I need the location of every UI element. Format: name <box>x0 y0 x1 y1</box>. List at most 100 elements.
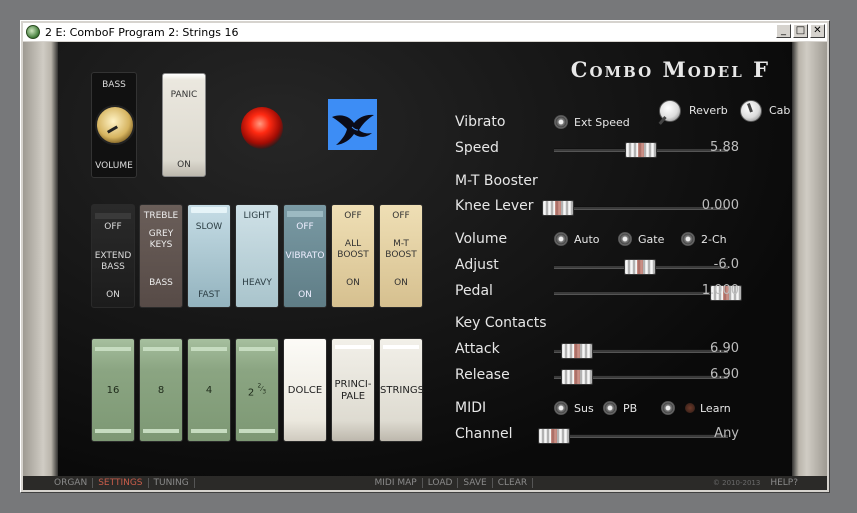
speed-value: 5.88 <box>710 140 739 155</box>
save-button[interactable]: SAVE <box>458 478 493 488</box>
volume-label: VOLUME <box>95 161 133 171</box>
swallow-logo-icon <box>328 99 377 150</box>
tab-label: 16 <box>106 385 120 396</box>
pedal-label: Pedal <box>455 283 493 299</box>
reverb-knob[interactable] <box>659 100 681 122</box>
tab-2-2-3[interactable]: 2 2⁄3 <box>235 338 279 442</box>
learn-label: Learn <box>700 401 731 415</box>
gate-radio[interactable]: Gate <box>618 232 664 246</box>
tab-tuning[interactable]: TUNING <box>149 478 195 488</box>
switch-bottom-label: ON <box>346 278 360 288</box>
vibrato-switch[interactable]: OFF VIBRATO ON <box>283 204 327 308</box>
pb-radio[interactable]: PB <box>603 401 637 415</box>
auto-radio[interactable]: Auto <box>554 232 600 246</box>
all-boost-switch[interactable]: OFF ALL BOOST ON <box>331 204 375 308</box>
vibrato-speed-switch[interactable]: SLOW FAST <box>187 204 231 308</box>
slider-thumb[interactable] <box>561 369 593 385</box>
window-title: 2 E: ComboF Program 2: Strings 16 <box>45 25 239 39</box>
fraction-den: 3 <box>262 389 267 396</box>
switch-bottom-label: ON <box>394 278 408 288</box>
switch-bottom-label: ON <box>298 290 312 300</box>
two-ch-radio[interactable]: 2-Ch <box>681 232 727 246</box>
cab-knob[interactable] <box>740 100 762 122</box>
switch-top-label: OFF <box>296 222 314 232</box>
switch-top-label: SLOW <box>195 222 223 232</box>
tab-16[interactable]: 16 <box>91 338 135 442</box>
switch-mid-label: VIBRATO <box>285 251 325 261</box>
switch-top-label: OFF <box>392 211 410 221</box>
extend-bass-switch[interactable]: OFF EXTEND BASS ON <box>91 204 135 308</box>
learn-led-icon <box>685 403 695 413</box>
volume-knob[interactable] <box>95 105 135 145</box>
close-button[interactable]: ✕ <box>810 24 825 38</box>
channel-label: Channel <box>455 426 513 442</box>
adjust-value: -6.0 <box>713 257 739 272</box>
knee-lever-value: 0.000 <box>701 198 739 213</box>
bass-label: BASS <box>102 80 126 90</box>
tab-label: 4 <box>205 385 213 396</box>
learn-toggle[interactable]: Learn <box>661 401 731 415</box>
sus-label: Sus <box>574 401 594 415</box>
ext-speed-radio[interactable]: Ext Speed <box>554 115 630 129</box>
ext-speed-label: Ext Speed <box>574 115 630 129</box>
tab-label: 2 2⁄3 <box>236 384 278 403</box>
two-ch-label: 2-Ch <box>701 232 727 246</box>
bottom-nav: ORGAN SETTINGS TUNING MIDI MAP LOAD SAVE… <box>23 476 827 490</box>
switch-mid-label: M-T BOOST <box>385 239 417 260</box>
switch-mid-label: EXTEND BASS <box>94 251 132 272</box>
tab-principale[interactable]: PRINCI- PALE <box>331 338 375 442</box>
vibrato-depth-switch[interactable]: LIGHT HEAVY <box>235 204 279 308</box>
radio-icon <box>554 232 568 246</box>
title-bar[interactable]: 2 E: ComboF Program 2: Strings 16 _ □ ✕ <box>23 23 827 41</box>
sus-radio[interactable]: Sus <box>554 401 594 415</box>
switch-top-label: LIGHT <box>243 211 271 221</box>
radio-icon <box>554 401 568 415</box>
midi-label: MIDI <box>455 400 487 416</box>
speed-label: Speed <box>455 140 499 156</box>
copyright-text: © 2010-2013 <box>712 479 761 487</box>
vibrato-label: Vibrato <box>455 114 506 130</box>
slider-thumb[interactable] <box>625 142 657 158</box>
midi-map-button[interactable]: MIDI MAP <box>369 478 423 488</box>
tab-4[interactable]: 4 <box>187 338 231 442</box>
mt-booster-label: M-T Booster <box>455 173 538 189</box>
attack-label: Attack <box>455 341 500 357</box>
help-button[interactable]: HELP? <box>765 478 803 488</box>
tab-fraction: 2⁄3 <box>257 384 267 396</box>
radio-icon <box>661 401 675 415</box>
attack-value: 6.90 <box>710 341 739 356</box>
panic-label: PANIC <box>170 90 198 100</box>
tab-strings[interactable]: STRINGS <box>379 338 424 442</box>
switch-bottom-label: ON <box>106 290 120 300</box>
minimize-button[interactable]: _ <box>776 24 791 38</box>
switch-top-label: OFF <box>344 211 362 221</box>
panic-switch[interactable]: PANIC ON <box>162 73 206 177</box>
slider-thumb[interactable] <box>561 343 593 359</box>
switch-mid-label: GREY KEYS <box>148 229 174 250</box>
slider-thumb[interactable] <box>538 428 570 444</box>
grey-keys-switch[interactable]: TREBLE GREY KEYS BASS <box>139 204 183 308</box>
clear-button[interactable]: CLEAR <box>493 478 534 488</box>
slider-thumb[interactable] <box>542 200 574 216</box>
tab-8[interactable]: 8 <box>139 338 183 442</box>
mt-boost-switch[interactable]: OFF M-T BOOST ON <box>379 204 423 308</box>
slider-thumb[interactable] <box>624 259 656 275</box>
load-button[interactable]: LOAD <box>423 478 459 488</box>
tab-label: DOLCE <box>287 385 323 396</box>
switch-top-label: OFF <box>104 222 122 232</box>
product-logo: Combo Model F <box>570 57 770 82</box>
switch-top-label: TREBLE <box>143 211 179 221</box>
channel-value: Any <box>714 426 739 441</box>
tab-organ[interactable]: ORGAN <box>49 478 94 488</box>
release-value: 6.90 <box>710 367 739 382</box>
tab-dolce[interactable]: DOLCE <box>283 338 327 442</box>
switch-bottom-label: BASS <box>149 278 173 288</box>
switch-bottom-label: FAST <box>198 290 220 300</box>
power-led-icon <box>241 107 283 149</box>
tab-settings[interactable]: SETTINGS <box>93 478 149 488</box>
switch-mid-label: ALL BOOST <box>337 239 369 260</box>
switch-bottom-label: HEAVY <box>242 278 272 288</box>
pb-label: PB <box>623 401 638 415</box>
maximize-button[interactable]: □ <box>793 24 808 38</box>
cab-label: Cab <box>769 104 791 117</box>
